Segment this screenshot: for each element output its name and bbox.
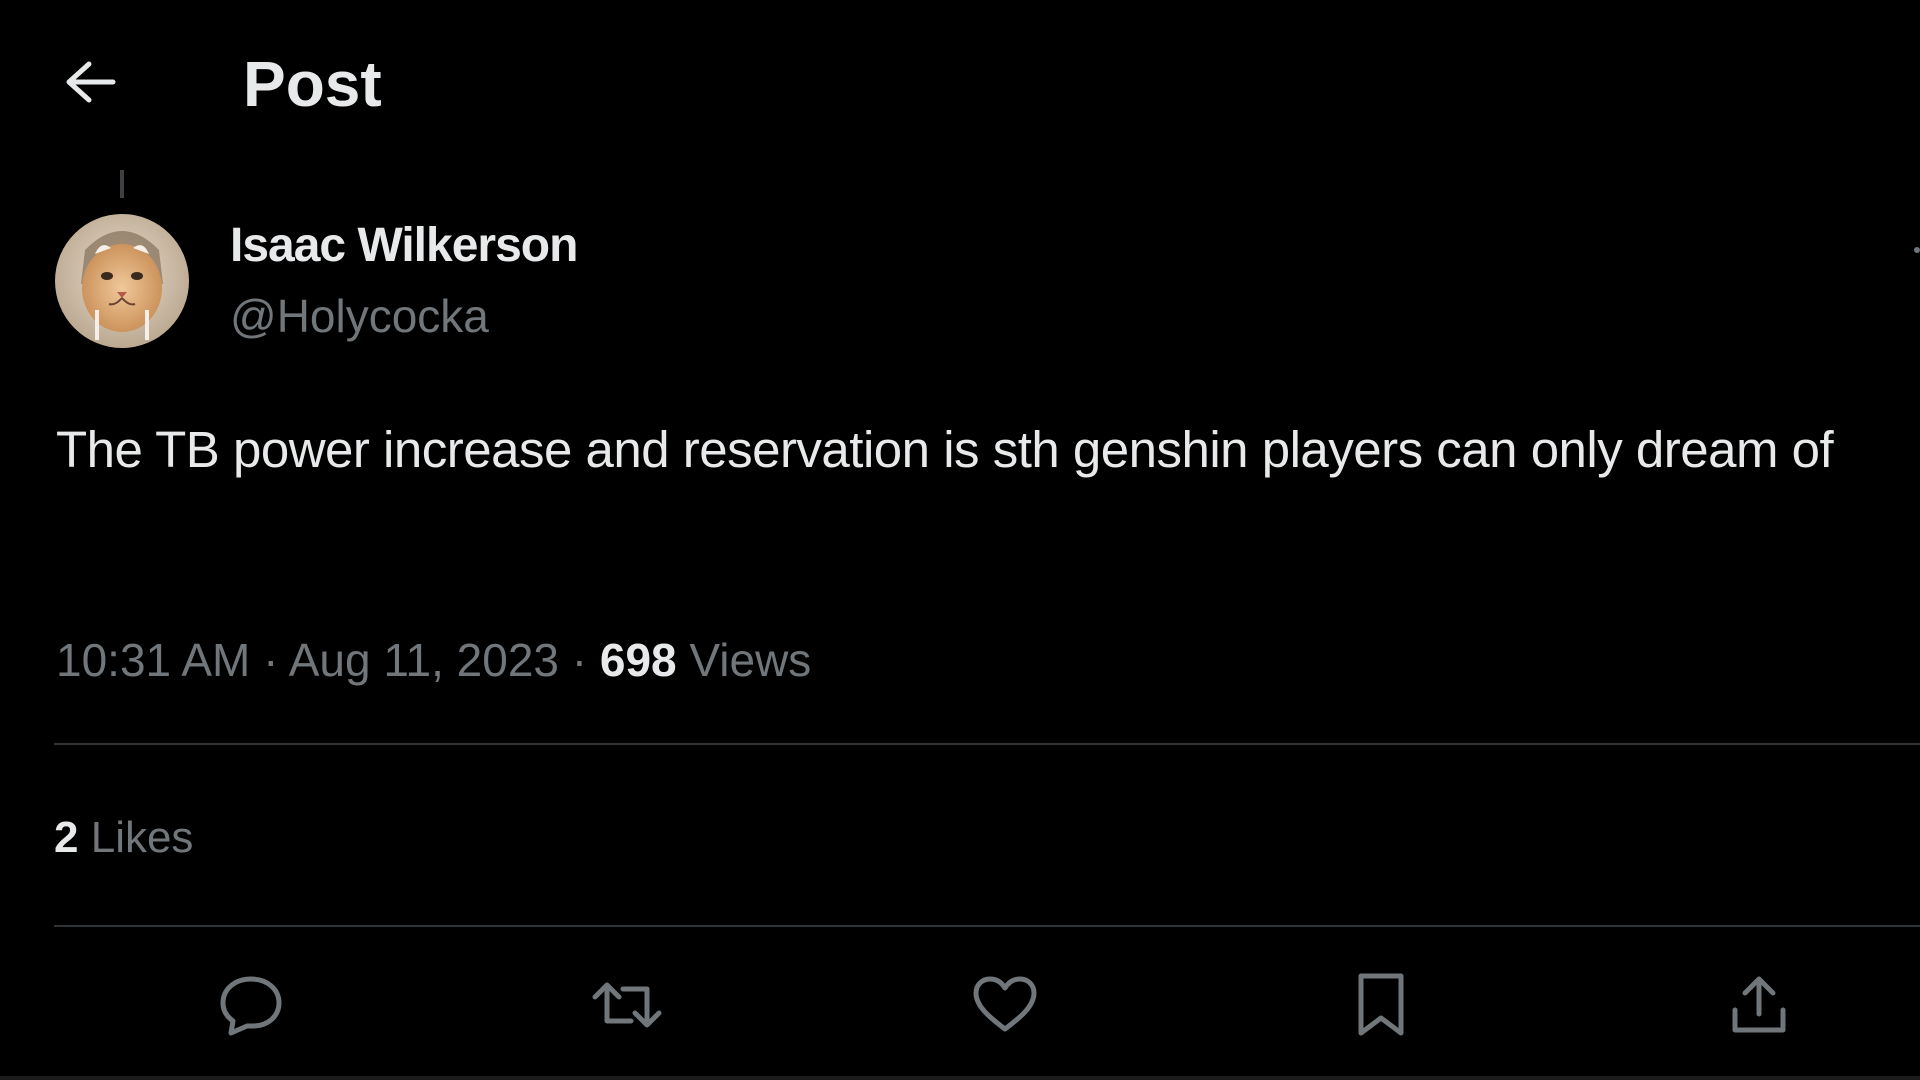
share-button[interactable] xyxy=(1714,960,1804,1050)
post-page: Post Isaac Wilkerson @Holycocka The TB p… xyxy=(0,0,1920,1080)
author-display-name[interactable]: Isaac Wilkerson xyxy=(230,218,578,274)
repost-button[interactable] xyxy=(582,960,672,1050)
back-button[interactable] xyxy=(52,44,128,120)
likes-count: 2 xyxy=(54,813,79,862)
reply-button[interactable] xyxy=(206,960,296,1050)
repost-icon xyxy=(592,982,662,1028)
bookmark-icon xyxy=(1358,973,1404,1036)
cat-avatar-icon xyxy=(55,214,189,348)
thread-connector-line xyxy=(120,170,124,198)
reply-icon xyxy=(220,976,282,1036)
bottom-edge xyxy=(0,1076,1920,1080)
page-title: Post xyxy=(243,48,382,120)
meta-separator: · xyxy=(571,634,588,686)
bookmark-button[interactable] xyxy=(1336,960,1426,1050)
views-count: 698 xyxy=(599,634,677,686)
share-icon xyxy=(1732,976,1786,1033)
meta-separator: · xyxy=(263,634,279,686)
tweet-text: The TB power increase and reservation is… xyxy=(56,421,1834,478)
divider xyxy=(54,925,1920,927)
divider xyxy=(54,743,1920,745)
likes-label: Likes xyxy=(90,813,194,862)
tweet-time[interactable]: 10:31 AM xyxy=(56,634,250,686)
views-label: Views xyxy=(689,634,812,686)
tweet-date[interactable]: Aug 11, 2023 xyxy=(289,634,559,686)
avatar[interactable] xyxy=(55,214,189,348)
more-dots-icon xyxy=(1914,247,1920,253)
heart-icon xyxy=(973,976,1037,1032)
action-bar xyxy=(0,960,1920,1050)
likes-summary[interactable]: 2 Likes xyxy=(54,808,193,868)
author-handle[interactable]: @Holycocka xyxy=(230,288,489,344)
tweet-metadata: 10:31 AM · Aug 11, 2023 · 698 Views xyxy=(56,630,811,690)
more-options-button[interactable] xyxy=(1896,230,1920,270)
like-button[interactable] xyxy=(960,960,1050,1050)
arrow-left-icon xyxy=(66,61,116,103)
post-header: Post xyxy=(0,0,1920,165)
